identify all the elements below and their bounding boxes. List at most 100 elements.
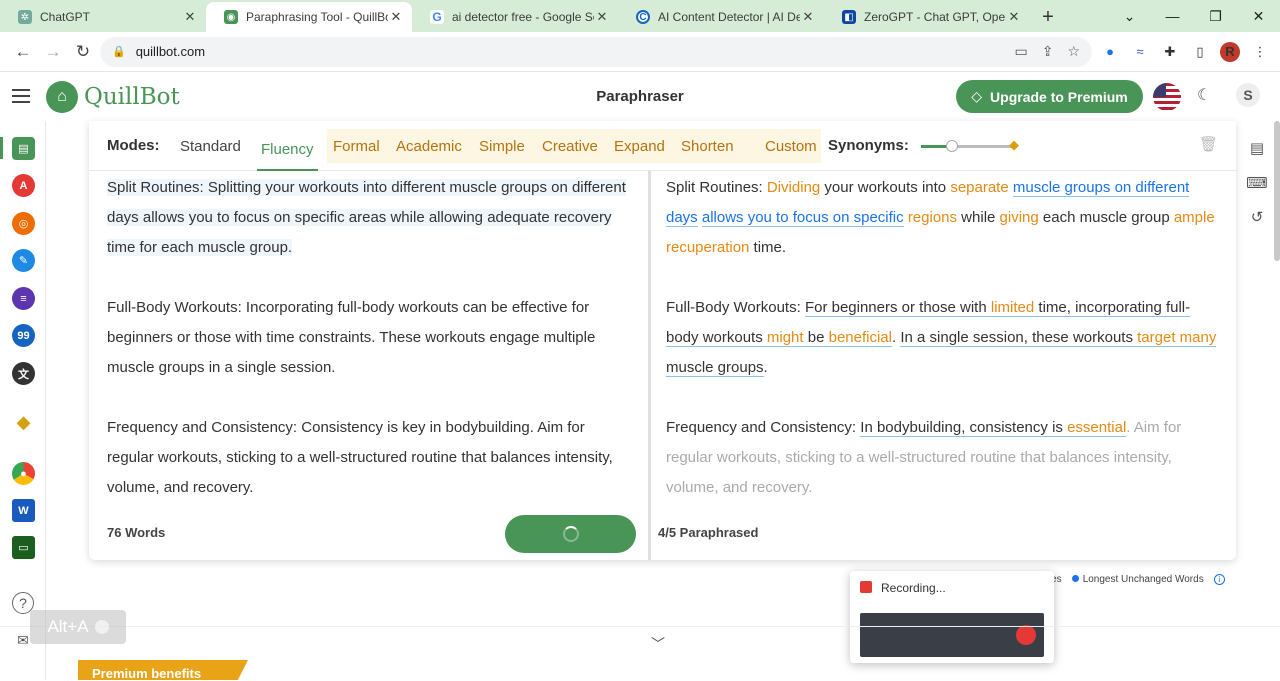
output-paragraph: Full-Body Workouts: For beginners or tho… (666, 299, 1217, 377)
mode-simple[interactable]: Simple (475, 129, 529, 163)
loading-spinner-icon (562, 526, 579, 542)
structural-change[interactable]: allows you to focus on specific (701, 209, 904, 227)
synonyms-slider[interactable]: ◆ (921, 137, 1019, 152)
active-indicator (0, 137, 3, 159)
mode-creative[interactable]: Creative (538, 129, 602, 163)
mode-formal[interactable]: Formal (329, 129, 384, 163)
paraphraser-tool-icon[interactable]: ▤ (12, 137, 35, 160)
window-controls: ⌄ — ❐ ✕ (1108, 0, 1280, 32)
tab-google-search[interactable]: G ai detector free - Google Sea ✕ (412, 2, 618, 32)
new-tab-button[interactable]: + (1030, 2, 1066, 32)
mode-academic[interactable]: Academic (392, 129, 466, 163)
rephrase-button[interactable] (505, 515, 636, 553)
close-tab-icon[interactable]: ✕ (800, 9, 816, 25)
color-legend: nges Longest Unchanged Words i (1040, 574, 1225, 585)
lock-icon: 🔒 (112, 46, 126, 58)
forward-icon[interactable]: → (38, 37, 68, 67)
share-icon[interactable]: ⇪ (1042, 43, 1054, 60)
rephrased-sentence[interactable]: In bodybuilding, consistency is essentia… (860, 419, 1127, 437)
changed-word[interactable]: regions (908, 209, 957, 226)
chevron-down-icon[interactable]: ﹀ (651, 634, 665, 654)
extensions-area: ● ≈ ✚ ▯ R ⋮ (1100, 41, 1270, 62)
minimize-icon[interactable]: — (1151, 0, 1194, 32)
browser-toolbar: ← → ↻ 🔒 quillbot.com ▭ ⇪ ☆ ● ≈ ✚ ▯ R ⋮ (0, 32, 1280, 72)
translator-icon[interactable]: 文 (12, 362, 35, 385)
mode-shorten[interactable]: Shorten (677, 129, 738, 163)
changed-word[interactable]: might (767, 329, 804, 346)
mode-expand[interactable]: Expand (610, 129, 669, 163)
mode-fluency[interactable]: Fluency (257, 129, 318, 171)
upgrade-button[interactable]: ◇ Upgrade to Premium (956, 80, 1143, 113)
browser-menu-icon[interactable]: ⋮ (1250, 42, 1270, 62)
quillbot-robot-icon: ⌂ (46, 81, 78, 113)
recording-preview[interactable] (860, 613, 1044, 657)
summarizer-icon[interactable]: ≡ (12, 287, 35, 310)
close-tab-icon[interactable]: ✕ (1006, 9, 1022, 25)
output-pane[interactable]: Split Routines: Dividing your workouts i… (666, 173, 1218, 513)
shortcut-overlay: Alt+A (30, 610, 126, 644)
premium-benefits-tab[interactable]: Premium benefits (78, 660, 248, 680)
close-tab-icon[interactable]: ✕ (182, 9, 198, 25)
save-page-icon[interactable]: ▭ (1014, 43, 1027, 60)
slider-knob[interactable] (946, 140, 958, 152)
tab-chatgpt[interactable]: ✲ ChatGPT ✕ (0, 2, 206, 32)
close-tab-icon[interactable]: ✕ (594, 9, 610, 25)
mode-standard[interactable]: Standard (176, 129, 245, 163)
changed-word[interactable]: beneficial (829, 329, 892, 346)
extensions-puzzle-icon[interactable]: ✚ (1160, 42, 1180, 62)
tab-quillbot[interactable]: ◉ Paraphrasing Tool - QuillBot ✕ (206, 2, 412, 32)
side-panel-icon[interactable]: ▯ (1190, 42, 1210, 62)
citation-generator-icon[interactable]: 99 (12, 324, 35, 347)
history-icon[interactable]: ↺ (1246, 206, 1268, 228)
url-text: quillbot.com (135, 44, 206, 59)
info-icon[interactable]: i (1213, 574, 1225, 585)
word-addin-icon[interactable]: W (12, 499, 35, 522)
extension-wave-icon[interactable]: ≈ (1130, 42, 1150, 62)
changed-word[interactable]: essential (1067, 419, 1126, 436)
hamburger-menu-icon[interactable] (12, 85, 34, 107)
page-title: Paraphraser (596, 88, 684, 105)
comments-icon[interactable]: ▤ (1246, 137, 1268, 159)
keyboard-shortcuts-icon[interactable]: ⌨ (1246, 172, 1268, 194)
changed-word[interactable]: separate (950, 179, 1008, 196)
tab-search-icon[interactable]: ⌄ (1108, 0, 1151, 32)
mode-custom[interactable]: Custom (761, 129, 821, 163)
input-pane[interactable]: Split Routines: Splitting your workouts … (107, 173, 627, 513)
tab-ai-content-detector[interactable]: C AI Content Detector | AI Dete ✕ (618, 2, 824, 32)
plagiarism-checker-icon[interactable]: ◎ (12, 212, 35, 235)
trash-icon[interactable]: 🗑 (1199, 135, 1218, 153)
paraphrase-status: 4/5 Paraphrased (658, 525, 759, 540)
section-divider (0, 626, 1280, 627)
dark-mode-icon[interactable]: ☾ (1197, 85, 1211, 105)
reload-icon[interactable]: ↻ (68, 37, 98, 67)
recording-icon (860, 581, 872, 593)
premium-diamond-icon[interactable]: ◆ (12, 411, 35, 434)
restore-icon[interactable]: ❐ (1194, 0, 1237, 32)
changed-word[interactable]: target many (1137, 329, 1216, 346)
close-tab-icon[interactable]: ✕ (388, 9, 404, 25)
chatgpt-favicon-icon: ✲ (18, 10, 32, 24)
back-icon[interactable]: ← (8, 37, 38, 67)
us-flag-icon[interactable] (1153, 83, 1181, 111)
desktop-app-icon[interactable]: ▭ (12, 536, 35, 559)
shortcut-text: Alt+A (47, 617, 89, 636)
close-window-icon[interactable]: ✕ (1237, 0, 1280, 32)
address-bar[interactable]: 🔒 quillbot.com ▭ ⇪ ☆ (100, 36, 1092, 67)
stop-recording-icon[interactable] (1016, 625, 1036, 645)
changed-word[interactable]: limited (991, 299, 1034, 316)
blue-dot-icon (1071, 575, 1079, 582)
co-writer-icon[interactable]: ✎ (12, 249, 35, 272)
changed-word[interactable]: giving (1000, 209, 1039, 226)
extension-circle-icon[interactable]: ● (1100, 42, 1120, 62)
bookmark-star-icon[interactable]: ☆ (1067, 43, 1080, 60)
quillbot-logo[interactable]: ⌂ QuillBot (46, 81, 180, 113)
legend-longest-unchanged[interactable]: Longest Unchanged Words (1071, 574, 1204, 585)
user-avatar[interactable]: S (1236, 83, 1260, 107)
grammar-checker-icon[interactable]: A (12, 174, 35, 197)
page-scrollbar[interactable] (1274, 121, 1280, 261)
paraphraser-card: Modes: Standard Fluency Formal Academic … (89, 121, 1236, 560)
chrome-extension-icon[interactable]: ● (12, 462, 35, 485)
changed-word[interactable]: Dividing (767, 179, 820, 196)
profile-avatar[interactable]: R (1220, 41, 1240, 62)
tab-zerogpt[interactable]: ◧ ZeroGPT - Chat GPT, Open A ✕ (824, 2, 1030, 32)
